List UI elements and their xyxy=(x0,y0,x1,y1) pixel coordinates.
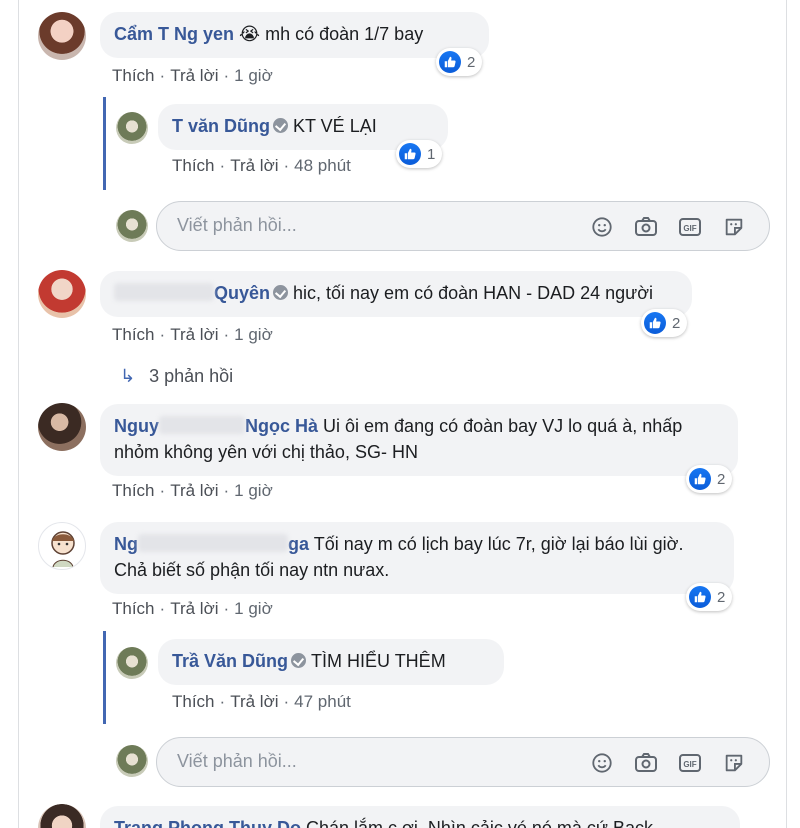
like-link[interactable]: Thích xyxy=(172,692,215,711)
avatar[interactable] xyxy=(38,403,86,451)
like-link[interactable]: Thích xyxy=(172,156,215,175)
comment-author[interactable]: Nguy Ngọc Hà xyxy=(114,416,318,436)
avatar[interactable] xyxy=(38,270,86,318)
comment-bubble: Cẩm T Ng yen 😭 mh có đoàn 1/7 bay xyxy=(100,12,489,58)
verified-badge-icon xyxy=(291,653,307,668)
timestamp[interactable]: 1 giờ xyxy=(234,66,273,85)
comment-text: KT VÉ LẠI xyxy=(293,116,377,136)
comment-actions: Thích · Trả lời · 1 giờ xyxy=(112,66,273,85)
comment-actions: Thích · Trả lời · 1 giờ xyxy=(112,325,273,344)
reaction-count[interactable]: 2 xyxy=(686,465,733,493)
avatar xyxy=(116,210,148,242)
reply-input[interactable]: Viết phản hồi... GIF xyxy=(156,201,770,251)
camera-icon[interactable] xyxy=(631,215,661,239)
like-link[interactable]: Thích xyxy=(112,325,155,344)
avatar[interactable] xyxy=(38,804,86,828)
comment-author[interactable]: Trầ Văn Dũng xyxy=(172,651,288,671)
comment-text: Ui ôi em đang có đoàn bay VJ lo quá à, n… xyxy=(323,416,683,436)
reaction-count[interactable]: 1 xyxy=(396,140,443,168)
comment-actions: Thích · Trả lời · 48 phút xyxy=(172,156,351,175)
crying-emoji-icon: 😭 xyxy=(239,24,261,44)
timestamp[interactable]: 1 giờ xyxy=(234,599,273,618)
comment-bubble: Trang Phong Thuy Do Chán lắm c ơi. Nhìn … xyxy=(100,806,740,828)
sticker-icon[interactable] xyxy=(719,751,749,775)
reaction-count[interactable]: 2 xyxy=(641,309,688,337)
comment-author[interactable]: Trang Phong Thuy Do xyxy=(114,818,301,828)
reply-link[interactable]: Trả lời xyxy=(230,692,278,711)
comment-text: hic, tối nay em có đoàn HAN - DAD 24 ngư… xyxy=(293,283,654,303)
gif-icon[interactable]: GIF xyxy=(675,751,705,775)
blurred-name xyxy=(138,534,288,552)
avatar[interactable] xyxy=(116,647,148,679)
comment-author[interactable]: Quyên xyxy=(214,283,270,303)
comment-bubble: Nguy Ngọc Hà Ui ôi em đang có đoàn bay VJ… xyxy=(100,404,738,476)
reply-link[interactable]: Trả lời xyxy=(170,325,218,344)
reply-input[interactable]: Viết phản hồi... GIF xyxy=(156,737,770,787)
reply-thread-line xyxy=(103,97,106,190)
gif-icon[interactable]: GIF xyxy=(675,215,705,239)
timestamp[interactable]: 1 giờ xyxy=(234,325,273,344)
avatar[interactable] xyxy=(38,522,86,570)
reply-link[interactable]: Trả lời xyxy=(170,481,218,500)
view-replies-link[interactable]: ↳ 3 phản hồi xyxy=(120,366,233,387)
smiley-icon[interactable] xyxy=(587,751,617,775)
verified-badge-icon xyxy=(273,285,289,300)
timestamp[interactable]: 48 phút xyxy=(294,156,351,175)
comment-actions: Thích · Trả lời · 1 giờ xyxy=(112,599,273,618)
like-reaction-icon xyxy=(689,586,711,608)
comment-bubble: Quyên hic, tối nay em có đoàn HAN - DAD 2… xyxy=(100,271,692,317)
comment-text: Tối nay m có lịch bay lúc 7r, giờ lại bá… xyxy=(313,534,684,554)
avatar[interactable] xyxy=(38,12,86,60)
comment-author[interactable]: T văn Dũng xyxy=(172,116,270,136)
like-link[interactable]: Thích xyxy=(112,66,155,85)
like-link[interactable]: Thích xyxy=(112,599,155,618)
reply-bubble: Trầ Văn Dũng TÌM HIỂU THÊM xyxy=(158,639,504,685)
sticker-icon[interactable] xyxy=(719,215,749,239)
reply-link[interactable]: Trả lời xyxy=(170,599,218,618)
comment-text-line2: Chả biết số phận tối nay ntn nưax. xyxy=(114,560,390,580)
comment-text: mh có đoàn 1/7 bay xyxy=(260,24,424,44)
reply-placeholder: Viết phản hồi... xyxy=(177,751,297,771)
reply-thread-line xyxy=(103,631,106,724)
like-link[interactable]: Thích xyxy=(112,481,155,500)
svg-text:GIF: GIF xyxy=(683,760,696,769)
cartoon-avatar-icon xyxy=(51,531,75,568)
timestamp[interactable]: 47 phút xyxy=(294,692,351,711)
comment-author[interactable]: Cẩm T Ng yen xyxy=(114,24,234,44)
reply-arrow-icon: ↳ xyxy=(120,366,136,386)
comment-text: TÌM HIỂU THÊM xyxy=(311,651,446,671)
reply-link[interactable]: Trả lời xyxy=(230,156,278,175)
avatar xyxy=(116,745,148,777)
reaction-count[interactable]: 2 xyxy=(686,583,733,611)
reply-link[interactable]: Trả lời xyxy=(170,66,218,85)
reply-placeholder: Viết phản hồi... xyxy=(177,215,297,235)
smiley-icon[interactable] xyxy=(587,215,617,239)
svg-text:GIF: GIF xyxy=(683,224,696,233)
blurred-name xyxy=(159,416,245,434)
avatar[interactable] xyxy=(116,112,148,144)
blurred-name xyxy=(114,283,214,301)
like-reaction-icon xyxy=(689,468,711,490)
comment-text: Chán lắm c ơi. Nhìn cảic vé nó mà cứ Bac… xyxy=(306,818,653,828)
like-reaction-icon xyxy=(644,312,666,334)
verified-badge-icon xyxy=(273,118,288,133)
comment-bubble: Ng ga Tối nay m có lịch bay lúc 7r, giờ l… xyxy=(100,522,734,594)
comment-actions: Thích · Trả lời · 1 giờ xyxy=(112,481,273,500)
feed-right-border xyxy=(786,0,787,828)
reaction-count[interactable]: 2 xyxy=(436,48,483,76)
timestamp[interactable]: 1 giờ xyxy=(234,481,273,500)
like-reaction-icon xyxy=(439,51,461,73)
comment-author[interactable]: Ng ga xyxy=(114,534,309,554)
camera-icon[interactable] xyxy=(631,751,661,775)
comment-actions: Thích · Trả lời · 47 phút xyxy=(172,692,351,711)
comment-text-line2: nhỏm không yên với chị thảo, SG- HN xyxy=(114,442,418,462)
feed-left-border xyxy=(18,0,19,828)
like-reaction-icon xyxy=(399,143,421,165)
